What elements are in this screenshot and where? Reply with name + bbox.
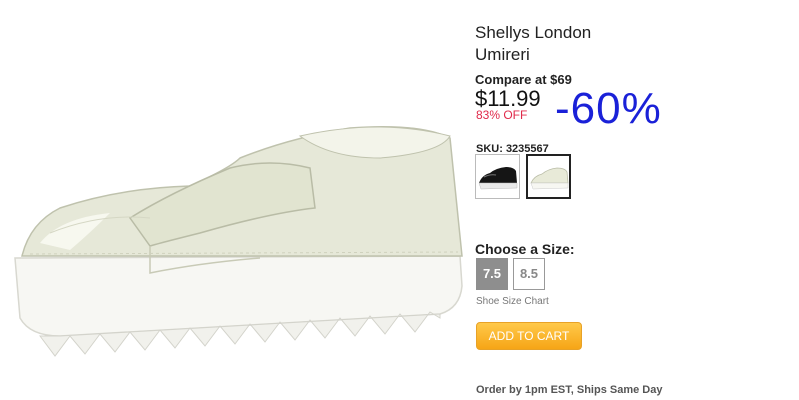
product-image [14,126,463,357]
white-shoe-swatch[interactable] [526,154,571,199]
size-option-8-5[interactable]: 8.5 [513,258,545,290]
size-chart-link[interactable]: Shoe Size Chart [476,296,549,307]
product-model[interactable]: Umireri [475,45,530,65]
size-heading: Choose a Size: [475,241,575,257]
discount-badge: -60% [555,84,662,133]
black-shoe-icon [478,167,518,190]
white-shoe-icon [530,167,569,190]
black-shoe-swatch[interactable] [475,154,520,199]
percent-off: 83% OFF [476,108,528,122]
add-to-cart-button[interactable]: ADD TO CART [476,322,582,350]
shipping-note: Order by 1pm EST, Ships Same Day [476,384,663,396]
product-brand[interactable]: Shellys London [475,23,591,43]
size-option-7-5[interactable]: 7.5 [476,258,508,290]
product-info-panel: Shellys London Umireri Compare at $69 $1… [475,0,795,400]
